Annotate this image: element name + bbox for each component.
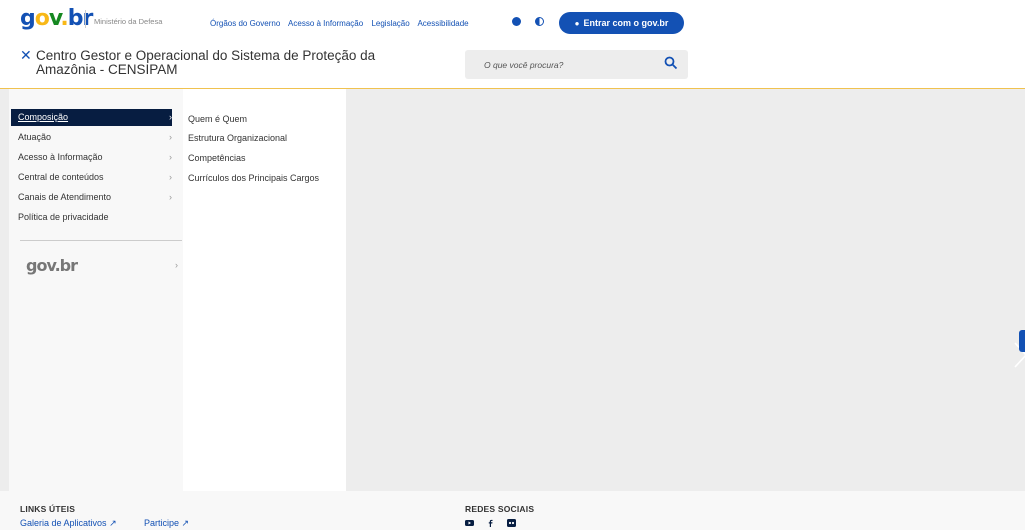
link-legislacao[interactable]: Legislação [371,19,409,28]
menu-item-politica-privacidade[interactable]: Política de privacidade [11,209,172,226]
chevron-right-icon: › [169,172,172,182]
menu-item-composicao[interactable]: Composição › [11,109,172,126]
site-title: Centro Gestor e Operacional do Sistema d… [36,48,376,77]
external-link-icon: ↗ [109,518,117,528]
link-orgaos[interactable]: Órgãos do Governo [210,19,280,28]
submenu-item-quem-e-quem[interactable]: Quem é Quem [188,114,247,124]
login-button[interactable]: ● Entrar com o gov.br [559,12,684,34]
chevron-right-icon: › [169,152,172,162]
chevron-right-icon: › [169,132,172,142]
link-acessibilidade[interactable]: Acessibilidade [417,19,468,28]
contrast-icon[interactable] [535,17,544,26]
social-heading: REDES SOCIAIS [465,504,535,514]
chevron-right-icon[interactable]: › [175,260,178,270]
menu-divider [20,240,182,241]
top-links: Órgãos do Governo Acesso à Informação Le… [210,19,475,28]
menu-item-atuacao[interactable]: Atuação › [11,129,172,146]
feedback-tab[interactable] [1019,330,1025,352]
link-participe[interactable]: Participe ↗ [144,518,189,529]
menu-level-2: Quem é Quem Estrutura Organizacional Com… [183,89,346,491]
cookie-icon[interactable] [512,17,521,26]
header: gov.br Ministério da Defesa Órgãos do Go… [0,0,1025,88]
external-link-icon: ↗ [181,518,190,528]
hero-carousel [346,89,1025,491]
govbr-logo[interactable]: gov.br [20,7,93,31]
user-icon: ● [574,18,580,28]
submenu-item-curriculos[interactable]: Currículos dos Principais Cargos [188,173,319,183]
link-galeria[interactable]: Galeria de Aplicativos ↗ [20,518,117,529]
search-placeholder: O que você procura? [484,60,564,70]
footer: LINKS ÚTEIS Galeria de Aplicativos ↗ Par… [0,491,1025,530]
flickr-icon[interactable] [507,519,516,527]
submenu-item-estrutura[interactable]: Estrutura Organizacional [188,133,287,143]
menu-item-canais-atendimento[interactable]: Canais de Atendimento › [11,189,172,206]
links-heading: LINKS ÚTEIS [20,504,76,514]
search-input[interactable]: O que você procura? [465,50,688,79]
header-divider [85,10,86,28]
menu-item-acesso-informacao[interactable]: Acesso à Informação › [11,149,172,166]
login-label: Entrar com o gov.br [583,18,669,28]
chevron-right-icon: › [169,192,172,202]
link-acesso-informacao[interactable]: Acesso à Informação [288,19,363,28]
chevron-right-icon: › [169,112,172,122]
close-menu-icon[interactable]: ✕ [20,48,32,62]
submenu-item-competencias[interactable]: Competências [188,153,246,163]
ministry-label: Ministério da Defesa [94,17,163,26]
govbr-menu-logo[interactable]: gov.br [26,256,78,275]
menu-item-central-conteudos[interactable]: Central de conteúdos › [11,169,172,186]
facebook-icon[interactable] [486,519,495,527]
youtube-icon[interactable] [465,519,474,527]
search-icon[interactable] [664,56,678,70]
